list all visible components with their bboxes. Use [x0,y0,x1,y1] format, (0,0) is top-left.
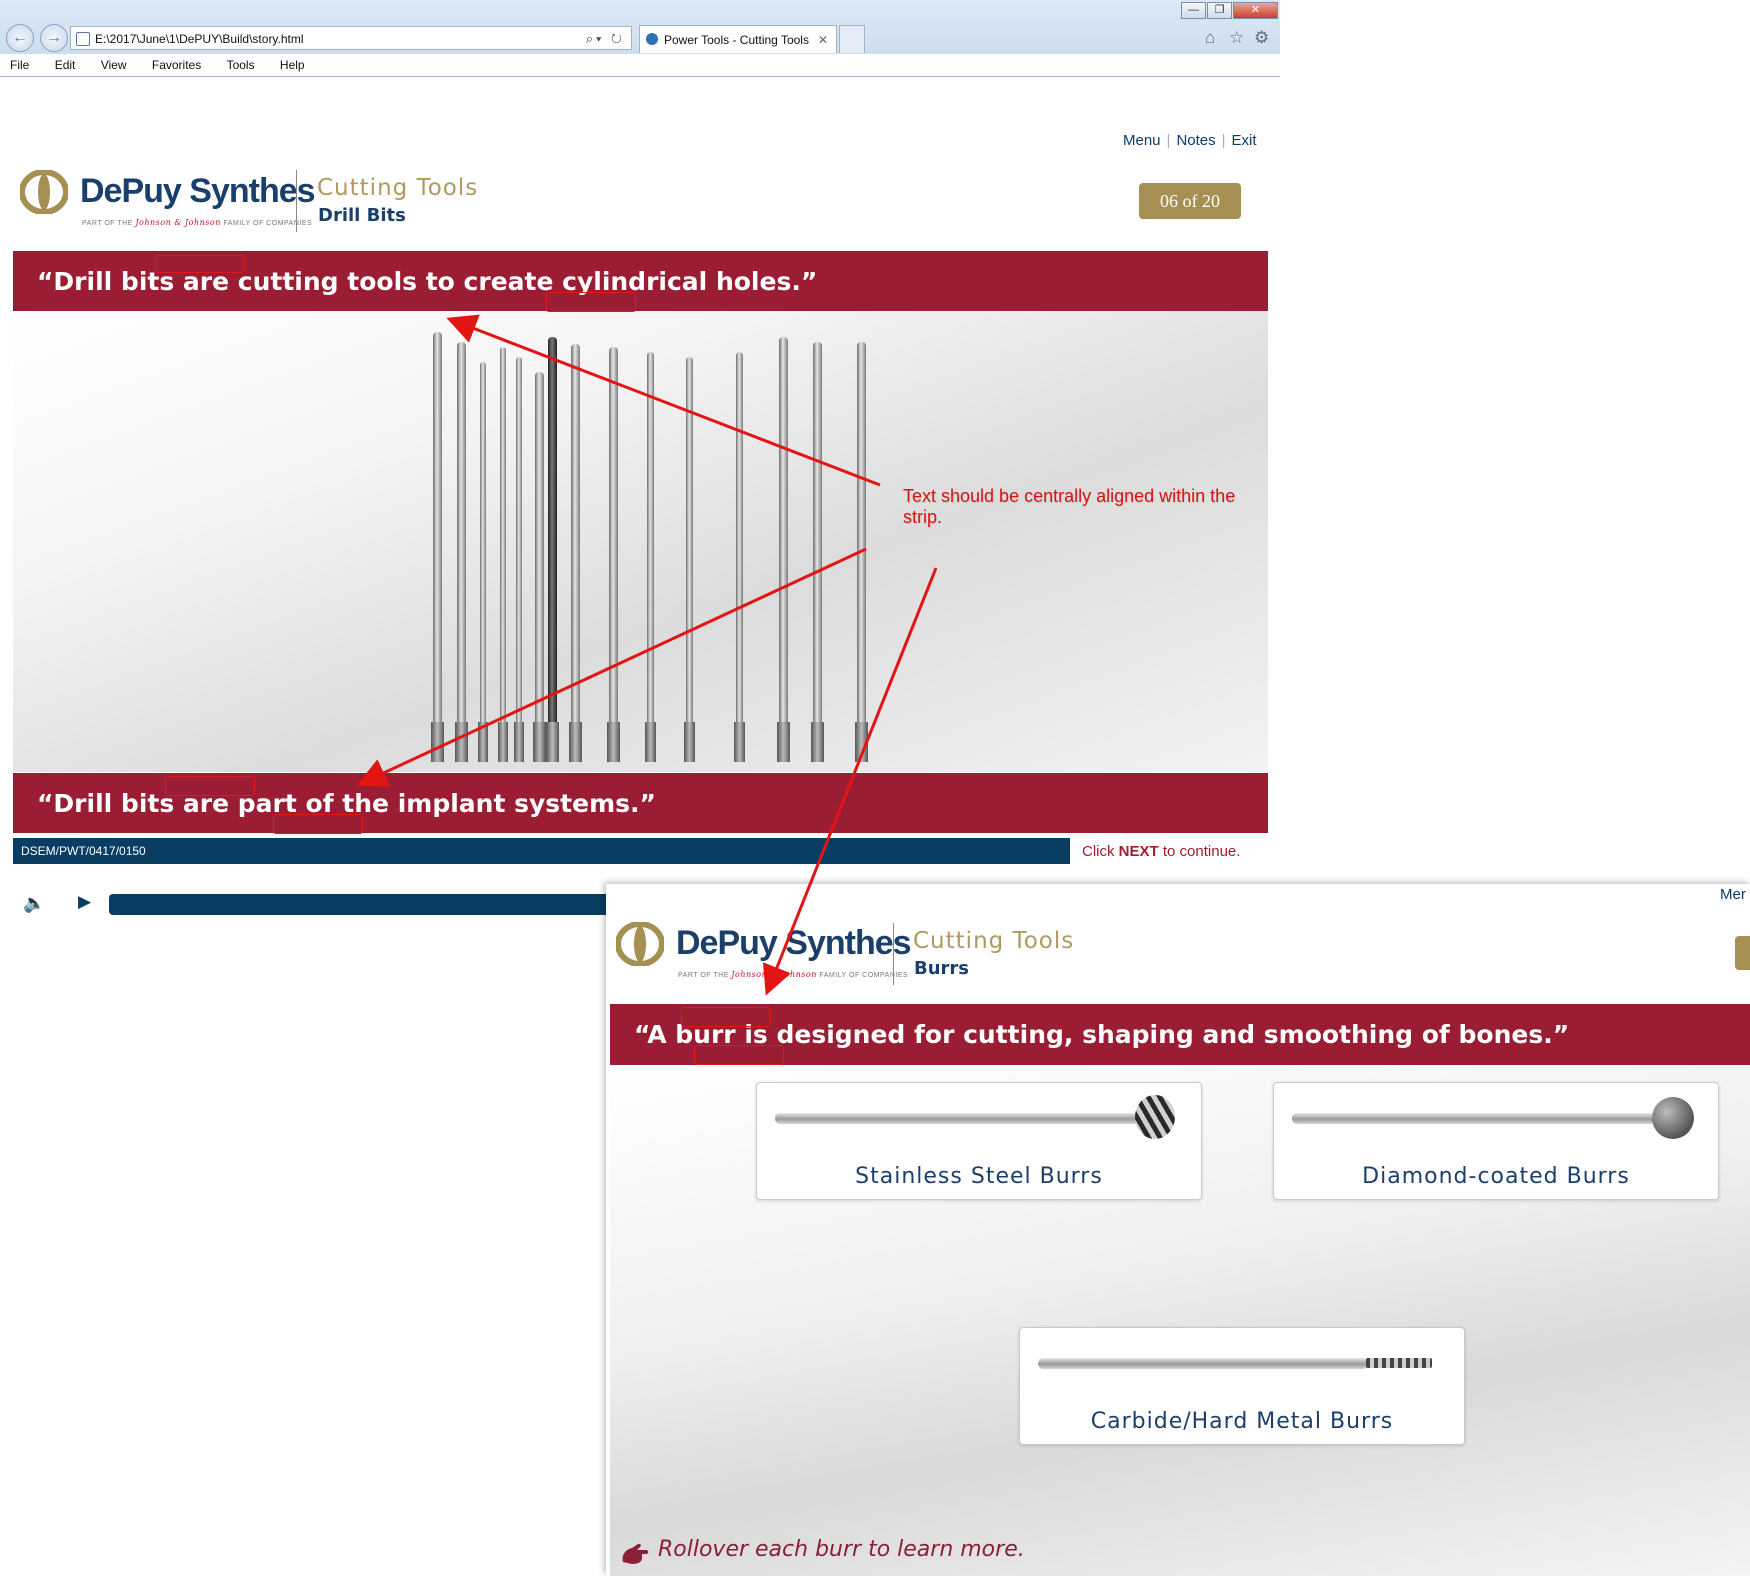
annotation-arrows [356,314,938,996]
annotation-highlight-box [155,255,245,273]
annotation-highlight-box [681,1007,771,1027]
annotation-highlight-box [165,776,255,796]
annotation-highlight-box [546,292,636,312]
annotation-note: Text should be centrally aligned within … [903,486,1236,527]
annotation-highlight-box [273,814,363,834]
annotation-highlight-box [694,1045,784,1065]
